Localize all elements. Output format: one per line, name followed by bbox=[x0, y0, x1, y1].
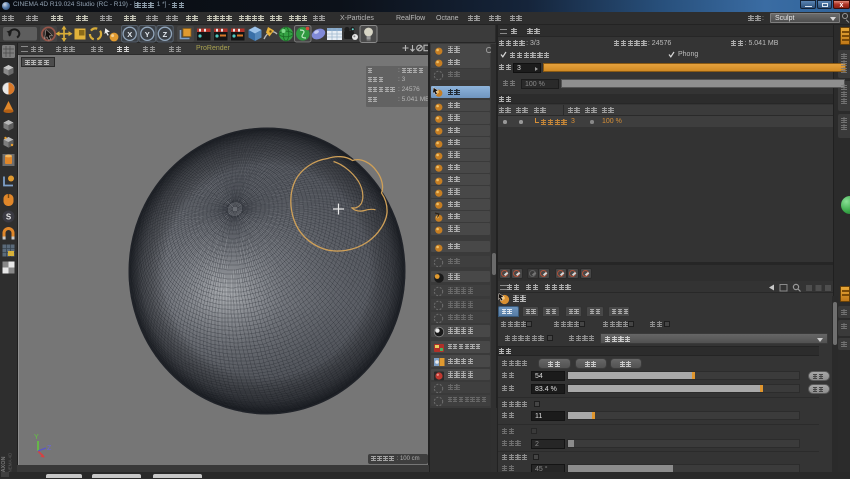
svg-text:Z: Z bbox=[163, 30, 168, 39]
svg-text:Z: Z bbox=[47, 445, 52, 452]
svg-text:X: X bbox=[127, 30, 132, 39]
svg-text:Y: Y bbox=[34, 434, 39, 441]
svg-text:S: S bbox=[6, 212, 12, 221]
svg-text:Y: Y bbox=[145, 30, 150, 39]
